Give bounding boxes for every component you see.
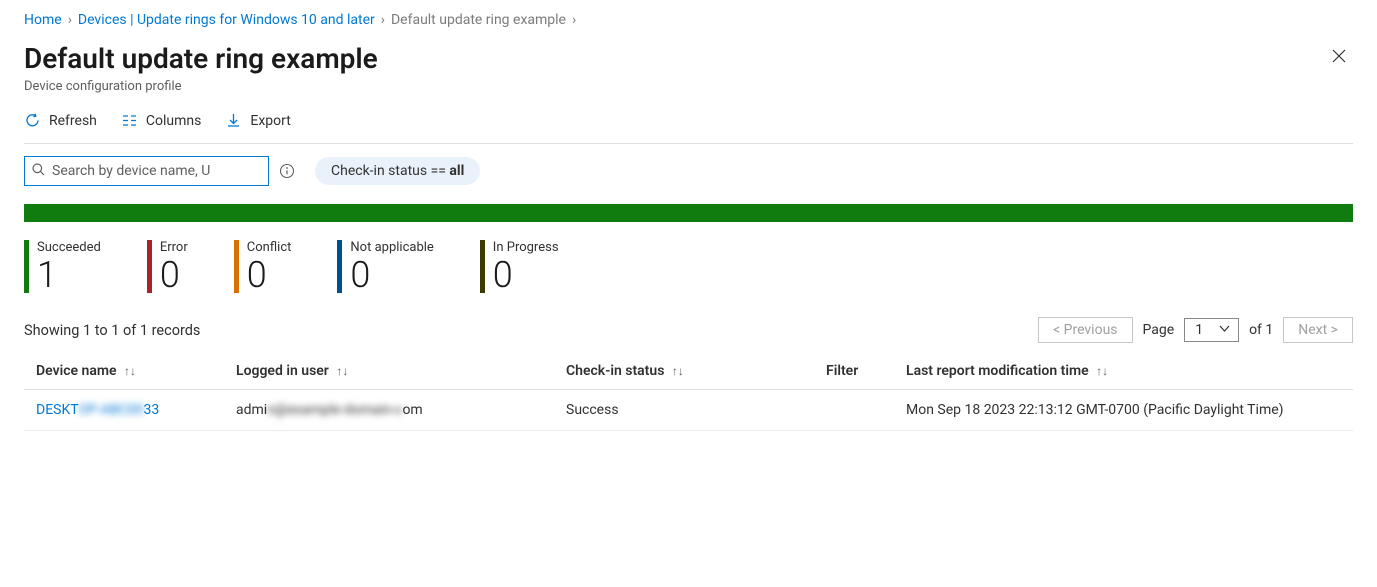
status-stripe: [234, 240, 239, 293]
summary-bar: [24, 204, 1353, 222]
col-device-name[interactable]: Device name ↑↓: [24, 353, 224, 390]
sort-icon: ↑↓: [336, 364, 348, 378]
export-button[interactable]: Export: [225, 112, 290, 129]
status-value: 0: [160, 257, 188, 293]
sort-icon: ↑↓: [672, 364, 684, 378]
next-button[interactable]: Next >: [1283, 317, 1353, 343]
device-table: Device name ↑↓ Logged in user ↑↓ Check-i…: [24, 353, 1353, 431]
page-label: Page: [1143, 322, 1175, 338]
filter-row: Check-in status == all: [24, 156, 1353, 186]
chevron-right-icon: ›: [572, 12, 576, 28]
records-count: Showing 1 to 1 of 1 records: [24, 322, 200, 339]
filter-pill-value: all: [449, 163, 464, 179]
page-total: of 1: [1249, 322, 1273, 338]
status-label: Succeeded: [37, 240, 101, 255]
export-label: Export: [250, 113, 290, 129]
col-checkin-status[interactable]: Check-in status ↑↓: [554, 353, 814, 390]
info-icon[interactable]: [279, 163, 295, 179]
cell-time: Mon Sep 18 2023 22:13:12 GMT-0700 (Pacif…: [894, 390, 1353, 431]
cell-status: Success: [554, 390, 814, 431]
chevron-down-icon: [1219, 322, 1230, 338]
toolbar: Refresh Columns Export: [24, 94, 1353, 144]
filter-pill-checkin-status[interactable]: Check-in status == all: [315, 157, 480, 185]
page-subtitle: Device configuration profile: [24, 79, 378, 94]
col-last-report-time[interactable]: Last report modification time ↑↓: [894, 353, 1353, 390]
chevron-right-icon: ›: [381, 12, 385, 28]
columns-label: Columns: [146, 113, 201, 129]
close-button[interactable]: [1325, 42, 1353, 75]
status-stripe: [147, 240, 152, 293]
cell-user: admin@example-domain-com: [224, 390, 554, 431]
status-value: 0: [247, 257, 292, 293]
search-input[interactable]: [46, 163, 262, 179]
refresh-button[interactable]: Refresh: [24, 112, 97, 129]
columns-icon: [121, 112, 138, 129]
page-select[interactable]: 1: [1184, 318, 1239, 342]
status-stripe: [24, 240, 29, 293]
chevron-right-icon: ›: [68, 12, 72, 28]
breadcrumb-devices[interactable]: Devices | Update rings for Windows 10 an…: [78, 12, 375, 28]
sort-icon: ↑↓: [1096, 364, 1108, 378]
columns-button[interactable]: Columns: [121, 112, 201, 129]
status-stripe: [337, 240, 342, 293]
previous-button[interactable]: < Previous: [1038, 317, 1132, 343]
status-card-not-applicable[interactable]: Not applicable 0: [337, 240, 433, 293]
status-card-succeeded[interactable]: Succeeded 1: [24, 240, 101, 293]
status-card-conflict[interactable]: Conflict 0: [234, 240, 292, 293]
refresh-icon: [24, 112, 41, 129]
status-value: 1: [37, 257, 101, 293]
search-icon: [31, 162, 46, 181]
breadcrumb-current: Default update ring example: [391, 12, 566, 28]
table-row[interactable]: DESKTOP-ABC0033 admin@example-domain-com…: [24, 390, 1353, 431]
device-link[interactable]: DESKTOP-ABC0033: [36, 402, 159, 418]
pagination: < Previous Page 1 of 1 Next >: [1038, 317, 1353, 343]
page-title: Default update ring example: [24, 42, 378, 75]
export-icon: [225, 112, 242, 129]
status-label: Error: [160, 240, 188, 255]
search-box[interactable]: [24, 156, 269, 186]
status-value: 0: [350, 257, 433, 293]
status-label: In Progress: [493, 240, 559, 255]
breadcrumb: Home › Devices | Update rings for Window…: [24, 12, 1353, 28]
sort-icon: ↑↓: [124, 364, 136, 378]
cell-filter: [814, 390, 894, 431]
col-logged-in-user[interactable]: Logged in user ↑↓: [224, 353, 554, 390]
status-label: Conflict: [247, 240, 292, 255]
status-value: 0: [493, 257, 559, 293]
status-card-in-progress[interactable]: In Progress 0: [480, 240, 559, 293]
close-icon: [1331, 51, 1347, 68]
col-filter[interactable]: Filter: [814, 353, 894, 390]
status-stripe: [480, 240, 485, 293]
breadcrumb-home[interactable]: Home: [24, 12, 62, 28]
status-card-error[interactable]: Error 0: [147, 240, 188, 293]
page-value: 1: [1195, 322, 1203, 338]
status-label: Not applicable: [350, 240, 433, 255]
refresh-label: Refresh: [49, 113, 97, 129]
filter-pill-prefix: Check-in status ==: [331, 163, 449, 179]
status-cards: Succeeded 1 Error 0 Conflict 0 Not appli…: [24, 240, 1353, 293]
